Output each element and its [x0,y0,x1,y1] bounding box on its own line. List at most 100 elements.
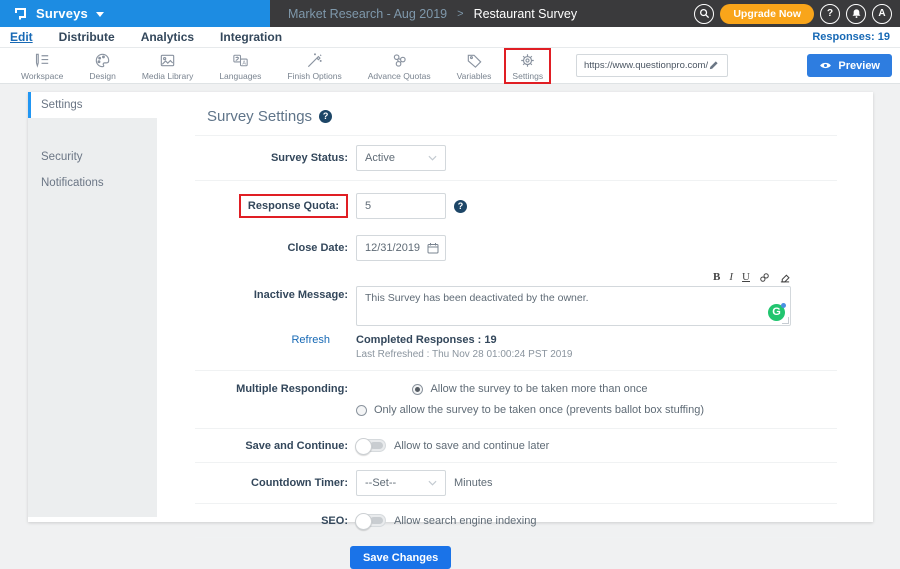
svg-text:A: A [242,60,246,66]
radio-option-multiple[interactable]: Allow the survey to be taken more than o… [412,383,647,395]
bold-button[interactable]: B [713,271,720,283]
save-continue-toggle[interactable] [356,439,386,452]
countdown-minutes-text: Minutes [454,477,493,489]
title-help-icon[interactable]: ? [319,110,332,123]
radio-selected-icon [412,384,423,395]
page-title: Survey Settings ? [157,92,873,135]
tab-analytics[interactable]: Analytics [141,30,194,44]
product-menu[interactable]: Surveys [0,0,270,27]
search-icon [699,8,710,19]
toolbar-item-settings[interactable]: Settings [504,48,551,84]
close-date-label: Close Date: [157,242,348,254]
countdown-timer-select[interactable]: --Set-- [356,470,446,496]
survey-url-input[interactable] [584,60,708,71]
toolbar-item-languages[interactable]: A Languages [206,50,274,82]
inactive-message-row: Inactive Message: B I U [157,269,873,330]
product-menu-label: Surveys [36,6,88,21]
responses-count[interactable]: Responses: 19 [812,31,890,43]
toolbar-item-advance-quotas[interactable]: Advance Quotas [355,50,444,82]
seo-text: Allow search engine indexing [394,515,536,527]
notifications-button[interactable] [846,4,866,24]
link-button-icon[interactable] [759,272,770,283]
seo-toggle[interactable] [356,514,386,527]
italic-button[interactable]: I [729,271,733,283]
settings-card: Settings Security Notifications Survey S… [28,92,873,522]
save-continue-row: Save and Continue: Allow to save and con… [157,429,873,462]
survey-status-row: Survey Status: Active [157,136,873,180]
inactive-message-label: Inactive Message: [157,271,348,301]
refresh-row: Refresh Completed Responses : 19 Last Re… [157,330,873,370]
header-actions: Upgrade Now ? A [694,0,892,27]
breadcrumb-separator: > [457,8,463,20]
seo-label: SEO: [157,515,348,527]
breadcrumb: Market Research - Aug 2019 > Restaurant … [270,0,577,27]
preview-button[interactable]: Preview [807,54,892,77]
last-refreshed-text: Last Refreshed : Thu Nov 28 01:00:24 PST… [356,349,572,360]
toolbar-item-finish-options[interactable]: Finish Options [274,50,354,82]
page-background: Settings Security Notifications Survey S… [0,84,900,528]
chevron-down-icon [428,480,437,486]
advance-quotas-chain-icon [390,51,409,70]
resize-handle[interactable] [782,317,789,324]
multiple-responding-label: Multiple Responding: [157,383,348,395]
message-editor-toolbar: B I U [356,271,791,286]
underline-button[interactable]: U [742,271,750,283]
toolbar-item-media-library[interactable]: Media Library [129,50,207,82]
save-changes-button[interactable]: Save Changes [350,546,451,569]
breadcrumb-current: Restaurant Survey [474,7,578,21]
settings-sidebar: Settings Security Notifications [28,92,157,522]
questionpro-logo-icon [12,6,28,22]
account-avatar[interactable]: A [872,4,892,24]
sidebar-item-settings[interactable]: Settings [28,92,157,118]
finish-options-wand-icon [305,51,324,70]
completed-responses-text: Completed Responses : 19 [356,334,572,346]
response-quota-input[interactable] [356,193,446,219]
top-header: Surveys Market Research - Aug 2019 > Res… [0,0,900,27]
clear-format-eraser-icon[interactable] [779,272,791,283]
tab-distribute[interactable]: Distribute [59,30,115,44]
variables-tag-icon [465,51,484,70]
chevron-down-icon [96,12,104,17]
close-date-row: Close Date: [157,227,873,269]
tab-integration[interactable]: Integration [220,30,282,44]
divider [195,537,837,538]
edit-toolbar: Workspace Design Media Library A Languag… [0,47,900,84]
breadcrumb-parent[interactable]: Market Research - Aug 2019 [288,7,447,21]
radio-option-once[interactable]: Only allow the survey to be taken once (… [356,404,704,416]
survey-status-select[interactable]: Active [356,145,446,171]
response-quota-label: Response Quota: [239,194,348,218]
design-palette-icon [93,51,112,70]
toolbar-item-workspace[interactable]: Workspace [8,50,76,82]
settings-gear-icon [518,51,537,70]
sidebar-item-security[interactable]: Security [28,144,157,170]
inactive-message-textarea[interactable]: This Survey has been deactivated by the … [356,286,791,326]
save-continue-text: Allow to save and continue later [394,440,549,452]
response-quota-label-wrap: Response Quota: [157,194,348,218]
response-quota-help-icon[interactable]: ? [454,200,467,213]
survey-settings-form: Survey Settings ? Survey Status: Active [157,92,873,522]
help-button[interactable]: ? [820,4,840,24]
upgrade-now-button[interactable]: Upgrade Now [720,4,814,24]
search-button[interactable] [694,4,714,24]
tab-edit[interactable]: Edit [10,30,33,44]
countdown-timer-label: Countdown Timer: [157,477,348,489]
toolbar-item-design[interactable]: Design [76,50,128,82]
edit-url-pencil-icon[interactable] [708,60,719,71]
media-library-icon [158,51,177,70]
sidebar-item-notifications[interactable]: Notifications [28,170,157,196]
chevron-down-icon [428,155,437,161]
radio-unselected-icon [356,405,367,416]
toolbar-item-variables[interactable]: Variables [444,50,505,82]
eye-icon [819,61,832,70]
survey-url-box [576,54,728,77]
languages-icon: A [231,51,250,70]
bell-icon [851,8,862,19]
refresh-link[interactable]: Refresh [157,334,348,346]
survey-nav: Edit Distribute Analytics Integration Re… [0,27,900,47]
workspace-icon [33,51,52,70]
seo-row: SEO: Allow search engine indexing [157,504,873,537]
close-date-input[interactable] [356,235,446,261]
response-quota-row: Response Quota: ? [157,181,873,227]
multiple-responding-row: Multiple Responding: Allow the survey to… [157,371,873,428]
countdown-timer-row: Countdown Timer: --Set-- Minutes [157,463,873,503]
